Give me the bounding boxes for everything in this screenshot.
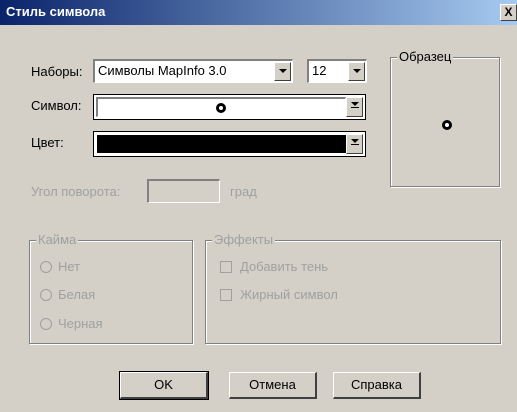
rotation-input[interactable] [147, 179, 220, 203]
chevron-down-icon [279, 69, 287, 73]
size-dropdown-button[interactable] [348, 62, 365, 81]
color-label: Цвет: [31, 135, 64, 150]
filled-circle-icon [442, 120, 452, 130]
symbol-picker[interactable] [93, 94, 366, 120]
effects-group: Эффекты Добавить тень Жирный символ [205, 232, 501, 344]
chevron-down-icon [351, 102, 359, 106]
filled-circle-icon [216, 103, 226, 113]
color-swatch [97, 135, 347, 153]
symbol-style-dialog: Стиль символа X Наборы: Символы MapInfo … [0, 0, 517, 412]
help-button[interactable]: Справка [333, 372, 421, 399]
rotation-label: Угол поворота: [31, 184, 121, 199]
sample-group: Образец [390, 49, 500, 187]
sets-value: Символы MapInfo 3.0 [98, 63, 227, 78]
border-option-label: Белая [58, 287, 96, 302]
checkbox[interactable] [220, 261, 232, 273]
close-button[interactable]: X [500, 4, 517, 21]
symbol-dropdown-button[interactable] [346, 97, 363, 117]
size-value: 12 [312, 63, 327, 78]
radio-button[interactable] [40, 289, 52, 301]
chevron-down-icon [353, 69, 361, 73]
radio-button[interactable] [40, 261, 52, 273]
border-option-label: Черная [58, 316, 103, 331]
sets-dropdown-button[interactable] [274, 62, 291, 81]
symbol-label: Символ: [31, 98, 82, 113]
sets-select[interactable]: Символы MapInfo 3.0 [93, 59, 293, 83]
rotation-unit: град [230, 184, 257, 199]
cancel-button[interactable]: Отмена [229, 372, 317, 399]
dropdown-line-icon [351, 144, 359, 145]
sets-label: Наборы: [31, 64, 83, 79]
checkbox[interactable] [220, 289, 232, 301]
size-select[interactable]: 12 [307, 59, 367, 83]
title-bar[interactable]: Стиль символа X [0, 0, 517, 25]
border-group: Кайма Нет Белая Черная [29, 232, 193, 344]
effect-label: Добавить тень [240, 259, 329, 274]
effect-label: Жирный символ [240, 287, 338, 302]
color-picker[interactable] [93, 131, 366, 157]
border-option-label: Нет [58, 259, 81, 274]
radio-button[interactable] [40, 318, 52, 330]
color-dropdown-button[interactable] [346, 134, 363, 154]
symbol-preview-field [96, 97, 346, 117]
chevron-down-icon [351, 139, 359, 143]
window-title: Стиль символа [6, 4, 106, 19]
border-group-label: Кайма [36, 232, 79, 247]
effects-group-label: Эффекты [212, 232, 276, 247]
ok-button[interactable]: OK [119, 371, 209, 400]
close-icon: X [504, 5, 513, 19]
dropdown-line-icon [351, 107, 359, 108]
sample-group-label: Образец [397, 49, 454, 64]
